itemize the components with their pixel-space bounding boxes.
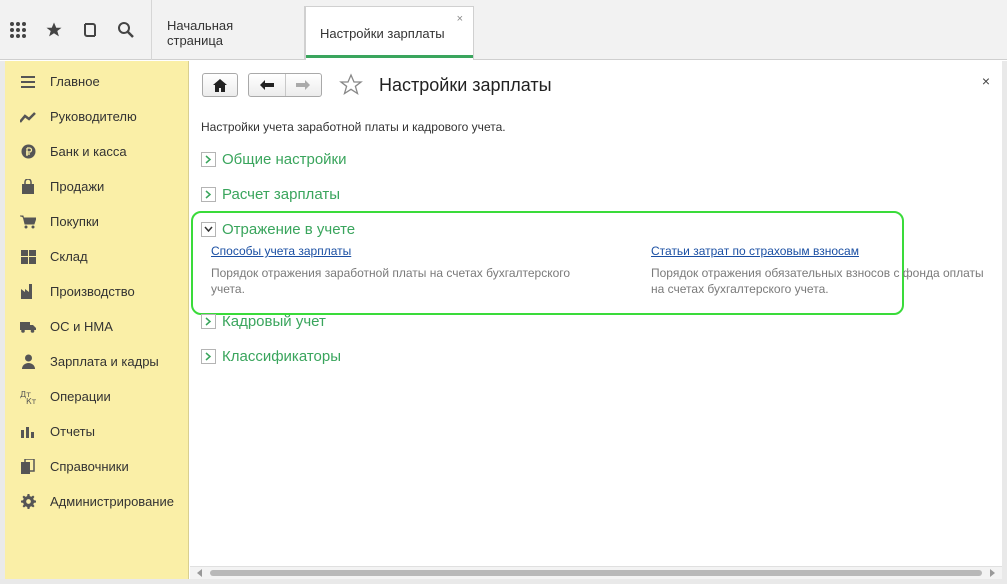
arrow-left-icon — [259, 80, 274, 90]
sidebar-item-label: Покупки — [50, 214, 99, 229]
section-general-settings[interactable]: Общие настройки — [201, 151, 347, 168]
chevron-right-icon — [201, 187, 216, 202]
cart-icon — [19, 213, 37, 231]
sidebar-item-label: Операции — [50, 389, 111, 404]
sidebar-item-label: Администрирование — [50, 494, 174, 509]
shopping-bag-icon — [19, 178, 37, 196]
tab-close-icon[interactable]: × — [457, 13, 463, 25]
right-frame — [1002, 61, 1007, 584]
description-line: Порядок отражения заработной платы на сч… — [211, 266, 571, 280]
tab-home-label: Начальная страница — [167, 18, 234, 48]
sidebar-item-label: Отчеты — [50, 424, 95, 439]
warehouse-icon — [19, 248, 37, 266]
page-description: Настройки учета заработной платы и кадро… — [201, 120, 506, 134]
tab-salary-settings-label: Настройки зарплаты — [320, 26, 445, 41]
sidebar-item-label: Руководителю — [50, 109, 137, 124]
ruble-icon — [19, 143, 37, 161]
section-label: Кадровый учет — [222, 313, 326, 330]
history-icon[interactable] — [72, 0, 108, 60]
books-icon — [19, 458, 37, 476]
scroll-left-icon[interactable] — [197, 569, 202, 577]
section-label: Расчет зарплаты — [222, 186, 340, 203]
sidebar-item-label: Справочники — [50, 459, 129, 474]
section-hr-accounting[interactable]: Кадровый учет — [201, 313, 326, 330]
chevron-right-icon — [201, 349, 216, 364]
sidebar-item-production[interactable]: Производство — [5, 274, 188, 309]
chevron-right-icon — [201, 314, 216, 329]
factory-icon — [19, 283, 37, 301]
sidebar-item-main[interactable]: Главное — [5, 64, 188, 99]
favorite-star-icon[interactable] — [339, 73, 363, 97]
sidebar-item-operations[interactable]: Дт Кт Операции — [5, 379, 188, 414]
favorites-star-icon[interactable] — [36, 0, 72, 60]
chevron-down-icon — [201, 222, 216, 237]
active-tab-underline — [306, 55, 473, 58]
sidebar-item-label: Зарплата и кадры — [50, 354, 159, 369]
sidebar-item-label: Склад — [50, 249, 88, 264]
section-label: Классификаторы — [222, 348, 342, 365]
back-button[interactable] — [249, 74, 285, 96]
svg-text:Кт: Кт — [26, 397, 36, 405]
close-icon[interactable]: × — [982, 73, 990, 89]
chevron-right-icon — [201, 152, 216, 167]
debit-credit-icon: Дт Кт — [19, 388, 37, 406]
forward-button[interactable] — [284, 74, 321, 96]
sidebar-item-salary-hr[interactable]: Зарплата и кадры — [5, 344, 188, 379]
truck-icon — [19, 318, 37, 336]
sidebar-item-label: Производство — [50, 284, 135, 299]
bar-chart-icon — [19, 423, 37, 441]
description-line: учета. — [211, 282, 245, 296]
description-line: Порядок отражения обязательных взносов с… — [651, 266, 984, 280]
toolbar-icons — [0, 0, 152, 60]
section-label: Общие настройки — [222, 151, 347, 168]
people-icon — [19, 353, 37, 371]
sidebar-item-purchases[interactable]: Покупки — [5, 204, 188, 239]
tab-salary-settings[interactable]: Настройки зарплаты × — [305, 6, 474, 60]
sidebar-item-administration[interactable]: Администрирование — [5, 484, 188, 519]
sidebar-item-reports[interactable]: Отчеты — [5, 414, 188, 449]
search-icon[interactable] — [108, 0, 144, 60]
arrow-right-icon — [296, 80, 311, 90]
bottom-frame — [0, 579, 1007, 584]
horizontal-scrollbar[interactable] — [190, 566, 1002, 579]
top-bar: Начальная страница Настройки зарплаты × — [0, 0, 1007, 60]
sidebar-item-label: Продажи — [50, 179, 105, 194]
scrollbar-thumb[interactable] — [210, 570, 982, 576]
tab-home[interactable]: Начальная страница — [153, 6, 305, 60]
apps-grid-icon[interactable] — [0, 0, 36, 60]
sidebar-item-manager[interactable]: Руководителю — [5, 99, 188, 134]
sidebar-item-label: Главное — [50, 74, 100, 89]
home-button[interactable] — [202, 73, 238, 97]
salary-accounting-methods-link[interactable]: Способы учета зарплаты — [211, 244, 351, 258]
section-salary-calculation[interactable]: Расчет зарплаты — [201, 186, 340, 203]
section-accounting-reflection[interactable]: Отражение в учете — [201, 221, 355, 238]
sidebar-item-sales[interactable]: Продажи — [5, 169, 188, 204]
section-classifiers[interactable]: Классификаторы — [201, 348, 341, 365]
navigation-buttons — [248, 73, 322, 97]
sidebar-item-directories[interactable]: Справочники — [5, 449, 188, 484]
sidebar-item-bank[interactable]: Банк и касса — [5, 134, 188, 169]
salary-accounting-methods-description: Порядок отражения заработной платы на сч… — [211, 265, 570, 297]
sidebar-item-warehouse[interactable]: Склад — [5, 239, 188, 274]
sidebar: Главное Руководителю Банк и касса Продаж… — [5, 61, 189, 579]
menu-lines-icon — [19, 73, 37, 91]
insurance-cost-items-link[interactable]: Статьи затрат по страховым взносам — [651, 244, 859, 258]
trend-icon — [19, 108, 37, 126]
sidebar-item-label: ОС и НМА — [50, 319, 113, 334]
sidebar-item-fixed-assets[interactable]: ОС и НМА — [5, 309, 188, 344]
page-title: Настройки зарплаты — [379, 75, 552, 95]
gear-icon — [19, 493, 37, 511]
section-label: Отражение в учете — [222, 221, 356, 238]
sidebar-item-label: Банк и касса — [50, 144, 127, 159]
scroll-right-icon[interactable] — [990, 569, 995, 577]
home-icon — [213, 78, 227, 92]
description-line: на счетах бухгалтерского учета. — [651, 282, 829, 296]
main-content: Настройки зарплаты × Настройки учета зар… — [190, 61, 1002, 579]
insurance-cost-items-description: Порядок отражения обязательных взносов с… — [651, 265, 984, 297]
